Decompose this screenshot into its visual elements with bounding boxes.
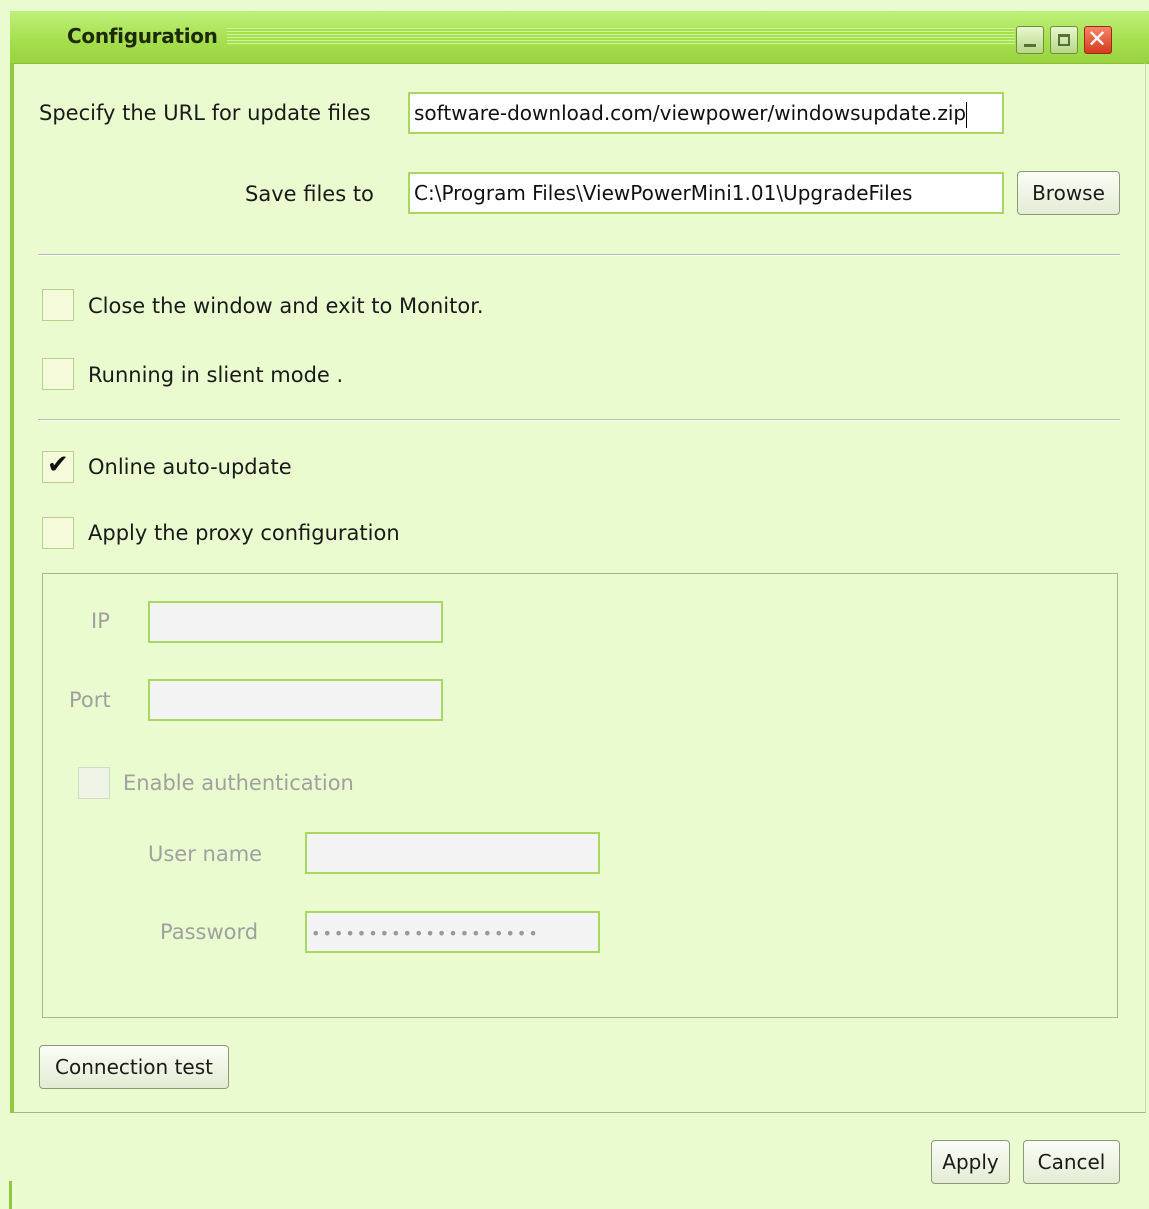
- maximize-icon: [1058, 34, 1070, 46]
- text-caret: [966, 101, 968, 128]
- connection-test-button[interactable]: Connection test: [39, 1045, 229, 1089]
- enable-auth-label[interactable]: Enable authentication: [123, 771, 354, 795]
- password-label: Password: [160, 920, 259, 944]
- proxy-checkbox[interactable]: [42, 517, 74, 549]
- minimize-button[interactable]: [1016, 26, 1044, 54]
- save-path-value: C:\Program Files\ViewPowerMini1.01\Upgra…: [414, 181, 913, 205]
- proxy-label[interactable]: Apply the proxy configuration: [88, 521, 400, 545]
- window-title: Configuration: [67, 24, 218, 48]
- save-files-label: Save files to: [245, 182, 374, 206]
- ip-label: IP: [91, 609, 110, 633]
- password-input[interactable]: ••••••••••••••••••••: [305, 911, 600, 953]
- url-input-value: software-download.com/viewpower/windowsu…: [414, 101, 967, 125]
- silent-mode-label[interactable]: Running in slient mode .: [88, 363, 343, 387]
- separator: [38, 254, 1120, 256]
- username-input[interactable]: [305, 832, 600, 874]
- ip-input[interactable]: [148, 601, 443, 643]
- save-path-input[interactable]: C:\Program Files\ViewPowerMini1.01\Upgra…: [408, 172, 1004, 214]
- title-bar-grip: [227, 28, 1015, 46]
- port-label: Port: [69, 688, 111, 712]
- auto-update-label[interactable]: Online auto-update: [88, 455, 292, 479]
- configuration-window: Configuration ✕ Specify the URL for upda…: [0, 0, 1149, 1209]
- maximize-button[interactable]: [1050, 26, 1078, 54]
- minimize-icon: [1024, 44, 1036, 47]
- apply-button[interactable]: Apply: [931, 1140, 1010, 1184]
- silent-mode-checkbox[interactable]: [42, 358, 74, 390]
- close-window-label[interactable]: Close the window and exit to Monitor.: [88, 294, 484, 318]
- password-mask: ••••••••••••••••••••: [311, 924, 540, 943]
- close-icon: ✕: [1087, 25, 1108, 53]
- close-button[interactable]: ✕: [1084, 25, 1112, 54]
- username-label: User name: [148, 842, 263, 866]
- url-input[interactable]: software-download.com/viewpower/windowsu…: [408, 92, 1004, 134]
- checkmark-icon: ✔: [47, 450, 69, 480]
- cancel-button[interactable]: Cancel: [1023, 1140, 1120, 1184]
- close-window-checkbox[interactable]: [42, 289, 74, 321]
- title-bar[interactable]: Configuration: [10, 11, 1149, 64]
- browse-button[interactable]: Browse: [1017, 171, 1120, 215]
- url-label: Specify the URL for update files: [39, 101, 371, 125]
- auto-update-checkbox[interactable]: ✔: [42, 450, 74, 483]
- enable-auth-checkbox[interactable]: [78, 767, 110, 799]
- port-input[interactable]: [148, 679, 443, 721]
- left-accent-bar-bottom: [9, 1181, 12, 1209]
- separator: [38, 419, 1120, 421]
